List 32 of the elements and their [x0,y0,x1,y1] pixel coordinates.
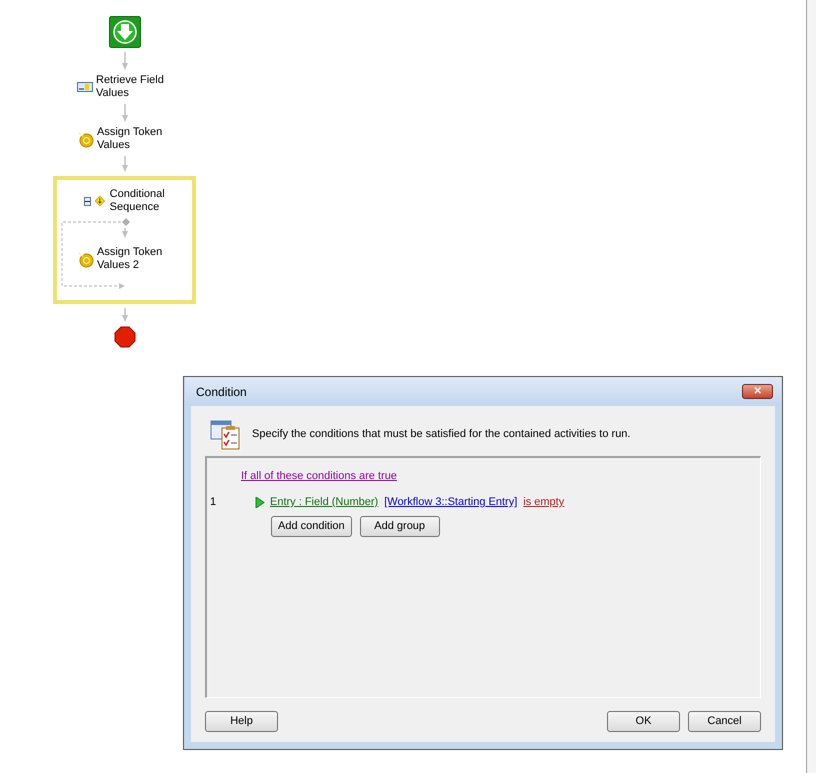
field-icon [77,82,93,92]
add-button[interactable]: Add group [360,516,440,536]
start-icon[interactable] [108,16,140,48]
stop-icon[interactable] [114,326,136,348]
connector-arrow [120,104,128,122]
activity-label[interactable]: Conditional Sequence [110,188,184,214]
loop-connector [61,218,131,290]
field-link[interactable]: Entry : Field (Number) [270,494,378,510]
connector-arrow [120,156,128,172]
conditional-sequence-frame[interactable]: Conditional Sequence Assign Token Values 2 [53,176,196,304]
dialog-button[interactable]: OK [607,710,680,732]
connector-arrow [120,52,128,70]
group-link[interactable]: If all of these conditions are true [241,470,397,482]
window-title: Condition [196,384,247,400]
connector-arrow [120,308,128,322]
row-number: 1 [209,495,218,510]
activity-label[interactable]: Assign Token Values [97,126,174,152]
dialog-button[interactable]: Cancel [688,710,761,732]
collapse-toggle[interactable] [84,196,91,206]
activity-label[interactable]: Assign Token Values 2 [97,246,174,272]
coin-icon [77,130,94,148]
dialog-button[interactable]: Help [205,710,278,732]
diamond-icon [95,194,105,208]
play-icon[interactable] [255,496,265,508]
checklist-icon [210,420,242,450]
coin-icon [77,250,94,268]
activity-label[interactable]: Retrieve Field Values [96,74,174,100]
dialog-description: Specify the conditions that must be satisfied for the contained activities to run. [252,427,630,442]
connector-arrow [120,228,128,238]
value-link[interactable]: [Workflow 3::Starting Entry] [384,494,518,510]
add-button[interactable]: Add condition [271,516,352,536]
operator-link[interactable]: is empty [523,494,564,510]
